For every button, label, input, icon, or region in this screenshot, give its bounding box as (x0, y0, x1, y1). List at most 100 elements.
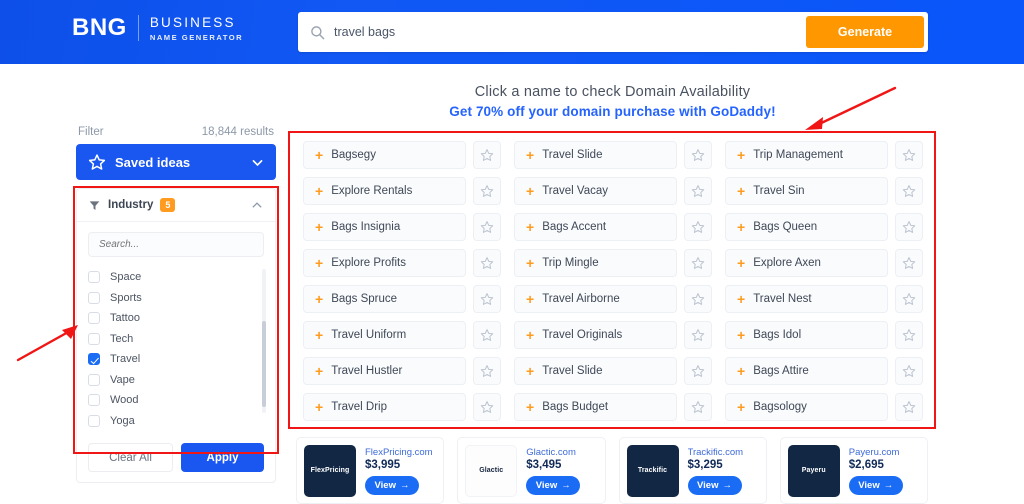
name-card[interactable]: + Bagsology (725, 393, 888, 421)
favorite-button[interactable] (684, 249, 712, 277)
industry-option-sports[interactable]: Sports (88, 288, 264, 309)
name-card[interactable]: + Travel Originals (514, 321, 677, 349)
cta-promo-link[interactable]: Get 70% off your domain purchase with Go… (290, 104, 935, 119)
domain-offer-card[interactable]: Glactic Glactic.com $3,495 View → (457, 437, 606, 504)
favorite-button[interactable] (684, 321, 712, 349)
name-card[interactable]: + Explore Axen (725, 249, 888, 277)
favorite-button[interactable] (473, 141, 501, 169)
name-card[interactable]: + Bags Accent (514, 213, 677, 241)
name-card[interactable]: + Bags Idol (725, 321, 888, 349)
favorite-button[interactable] (895, 285, 923, 313)
checkbox-icon[interactable] (88, 353, 100, 366)
domain-info: Glactic.com $3,495 View → (526, 447, 597, 495)
plus-icon: + (315, 291, 324, 307)
saved-ideas-button[interactable]: Saved ideas (76, 144, 276, 180)
name-card[interactable]: + Bags Queen (725, 213, 888, 241)
favorite-button[interactable] (473, 213, 501, 241)
brand-divider (137, 15, 139, 42)
search-input[interactable] (334, 25, 806, 39)
industry-option-travel[interactable]: Travel (88, 349, 264, 370)
industry-option-tattoo[interactable]: Tattoo (88, 308, 264, 329)
view-domain-button[interactable]: View → (526, 475, 581, 495)
industry-list-scroll-thumb[interactable] (262, 321, 266, 407)
name-card-label: Travel Drip (331, 401, 387, 413)
favorite-button[interactable] (895, 213, 923, 241)
view-domain-button[interactable]: View → (365, 475, 419, 495)
checkbox-icon[interactable] (88, 394, 100, 407)
name-card[interactable]: + Travel Airborne (514, 285, 677, 313)
domain-offer-card[interactable]: FlexPricing FlexPricing.com $3,995 View → (296, 437, 445, 504)
plus-icon: + (315, 327, 324, 343)
checkbox-icon[interactable] (88, 291, 100, 304)
name-card[interactable]: + Trip Mingle (514, 249, 677, 277)
industry-option-yoga[interactable]: Yoga (88, 411, 264, 432)
favorite-button[interactable] (684, 357, 712, 385)
name-card[interactable]: + Travel Hustler (303, 357, 466, 385)
name-card[interactable]: + Explore Rentals (303, 177, 466, 205)
industry-search-input[interactable] (88, 232, 264, 257)
checkbox-icon[interactable] (88, 312, 100, 325)
checkbox-icon[interactable] (88, 332, 100, 345)
favorite-button[interactable] (684, 393, 712, 421)
view-domain-button[interactable]: View → (687, 475, 742, 495)
favorite-button[interactable] (895, 393, 923, 421)
name-card[interactable]: + Travel Sin (725, 177, 888, 205)
favorite-button[interactable] (895, 177, 923, 205)
industry-option-vape[interactable]: Vape (88, 370, 264, 391)
filter-sidebar: Filter 18,844 results Saved ideas Indust… (76, 126, 276, 483)
name-card[interactable]: + Travel Slide (514, 357, 677, 385)
favorite-button[interactable] (684, 177, 712, 205)
name-card[interactable]: + Bags Insignia (303, 213, 466, 241)
favorite-button[interactable] (895, 249, 923, 277)
name-card[interactable]: + Travel Vacay (514, 177, 677, 205)
favorite-button[interactable] (684, 141, 712, 169)
favorite-button[interactable] (473, 321, 501, 349)
funnel-icon (89, 200, 100, 210)
industry-option-wood[interactable]: Wood (88, 390, 264, 411)
favorite-button[interactable] (895, 357, 923, 385)
star-outline-icon (691, 365, 705, 377)
name-card[interactable]: + Travel Nest (725, 285, 888, 313)
favorite-button[interactable] (473, 249, 501, 277)
name-card[interactable]: + Travel Uniform (303, 321, 466, 349)
chevron-down-icon (252, 159, 263, 166)
apply-button[interactable]: Apply (181, 443, 264, 472)
favorite-button[interactable] (473, 285, 501, 313)
industry-option-tech[interactable]: Tech (88, 329, 264, 350)
favorite-button[interactable] (895, 141, 923, 169)
favorite-button[interactable] (473, 177, 501, 205)
checkbox-icon[interactable] (88, 414, 100, 427)
favorite-button[interactable] (473, 393, 501, 421)
name-card[interactable]: + Bags Attire (725, 357, 888, 385)
industry-list-scrollbar[interactable] (262, 269, 266, 413)
checkbox-icon[interactable] (88, 271, 100, 284)
favorite-button[interactable] (684, 213, 712, 241)
brand-logo[interactable]: BNG BUSINESS NAME GENERATOR (72, 15, 243, 42)
name-card[interactable]: + Travel Drip (303, 393, 466, 421)
name-card[interactable]: + Trip Management (725, 141, 888, 169)
name-card[interactable]: + Bagsegy (303, 141, 466, 169)
plus-icon: + (526, 327, 535, 343)
clear-all-button[interactable]: Clear All (88, 443, 173, 472)
domain-price: $3,995 (365, 458, 401, 471)
domain-logo-label: Payeru (801, 467, 826, 474)
name-card[interactable]: + Bags Spruce (303, 285, 466, 313)
industry-option-space[interactable]: Space (88, 267, 264, 288)
domain-offer-card[interactable]: Trackific Trackific.com $3,295 View → (618, 437, 767, 504)
name-grid-cell: + Bags Accent (514, 213, 712, 241)
name-grid-row: + Bagsegy + Travel Slide + Trip Management (303, 141, 923, 169)
industry-filter-header[interactable]: Industry 5 (77, 189, 275, 222)
favorite-button[interactable] (895, 321, 923, 349)
name-grid-cell: + Travel Uniform (303, 321, 501, 349)
generate-button[interactable]: Generate (806, 16, 924, 48)
name-card[interactable]: + Travel Slide (514, 141, 677, 169)
checkbox-icon[interactable] (88, 373, 100, 386)
domain-offer-card[interactable]: Payeru Payeru.com $2,695 View → (779, 437, 928, 504)
favorite-button[interactable] (473, 357, 501, 385)
domain-logo-label: Trackific (637, 467, 668, 474)
view-domain-button[interactable]: View → (848, 475, 903, 495)
name-card[interactable]: + Explore Profits (303, 249, 466, 277)
plus-icon: + (526, 291, 535, 307)
name-card[interactable]: + Bags Budget (514, 393, 677, 421)
favorite-button[interactable] (684, 285, 712, 313)
